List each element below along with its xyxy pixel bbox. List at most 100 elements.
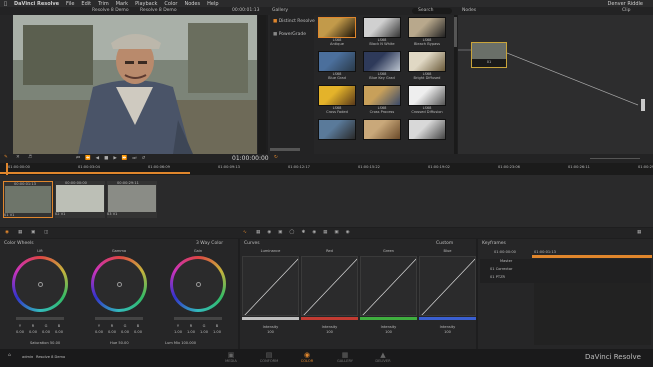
node-output[interactable] bbox=[641, 99, 645, 111]
camera-raw-icon[interactable]: ◉ bbox=[5, 230, 9, 235]
color-wheel-lift[interactable] bbox=[12, 256, 68, 312]
curve-editor-green[interactable] bbox=[360, 256, 417, 316]
album-list: ■ Distinct Resolve ■ PowerGrade bbox=[270, 15, 315, 154]
menu-app[interactable]: DaVinci Resolve bbox=[14, 1, 59, 7]
page-tab-conform[interactable]: ▤ CONFORM bbox=[253, 351, 285, 363]
track-master[interactable]: Master bbox=[480, 259, 651, 267]
gallery-still[interactable]: LS68 Antique bbox=[318, 17, 356, 46]
gallery-still[interactable]: LS68 Cross Faded bbox=[318, 85, 356, 114]
track-corrector[interactable]: 01 Corrector bbox=[480, 267, 651, 275]
master-wheel-slider[interactable] bbox=[16, 317, 64, 320]
curves-preset-dropdown[interactable]: Custom bbox=[436, 241, 453, 246]
menu-color[interactable]: Color bbox=[164, 1, 177, 7]
menu-mark[interactable]: Mark bbox=[116, 1, 128, 7]
pointer-tool-icon[interactable]: ✎ bbox=[4, 155, 8, 160]
clip-01[interactable]: 00:00:01:13 01 V1 bbox=[3, 181, 53, 218]
curve-editor-luminance[interactable] bbox=[242, 256, 299, 316]
still-name: Cross Process bbox=[369, 110, 395, 114]
channel-value[interactable]: 0.00 bbox=[93, 330, 105, 334]
curves-icon[interactable]: ∿ bbox=[243, 230, 247, 235]
page-tab-gallery[interactable]: ▦ GALLERY bbox=[329, 351, 361, 363]
page-tab-label: COLOR bbox=[300, 359, 314, 363]
keyframe-range[interactable] bbox=[532, 255, 652, 258]
saturation-value[interactable]: Saturation 50.00 bbox=[30, 341, 60, 345]
channel-value[interactable]: 0.00 bbox=[40, 330, 52, 334]
menu-file[interactable]: File bbox=[66, 1, 74, 7]
wheel-puck[interactable] bbox=[116, 281, 122, 287]
color-wheel-gamma[interactable] bbox=[91, 256, 147, 312]
playhead[interactable] bbox=[6, 163, 8, 175]
gallery-still[interactable]: LS68 Blue Key Grad bbox=[363, 51, 401, 80]
zoom-slider[interactable] bbox=[590, 158, 640, 159]
keyframe-end-tc: 01:00:01:13 bbox=[534, 250, 556, 254]
curve-editor-red[interactable] bbox=[301, 256, 358, 316]
channel-value[interactable]: 0.00 bbox=[132, 330, 144, 334]
menu-playback[interactable]: Playback bbox=[135, 1, 157, 7]
curve-editor-blue[interactable] bbox=[419, 256, 476, 316]
gallery-still[interactable] bbox=[363, 119, 401, 140]
wheel-mode-dropdown[interactable]: 3 Way Color bbox=[196, 241, 223, 246]
tools-row[interactable]: ▦◉▣◯✱◉▦▣◉ bbox=[256, 230, 357, 235]
menu-nodes[interactable]: Nodes bbox=[184, 1, 200, 7]
channel-value[interactable]: 1.00 bbox=[185, 330, 197, 334]
master-wheel-slider[interactable] bbox=[95, 317, 143, 320]
clip-mode[interactable]: Clip bbox=[622, 8, 631, 13]
channel-value[interactable]: 1.00 bbox=[172, 330, 184, 334]
blade-tool-icon[interactable]: ✕ bbox=[16, 155, 20, 160]
viewer-timecode: 00:00:01:13 bbox=[232, 8, 260, 13]
channel-value[interactable]: 1.00 bbox=[211, 330, 223, 334]
track-ptzr[interactable]: 01 PTZR bbox=[480, 275, 651, 283]
channel-value[interactable]: 0.00 bbox=[14, 330, 26, 334]
album-distinct[interactable]: ■ Distinct Resolve bbox=[270, 19, 315, 24]
home-icon[interactable]: ⌂ bbox=[8, 353, 11, 358]
wheel-puck[interactable] bbox=[195, 281, 201, 287]
master-wheel-slider[interactable] bbox=[174, 317, 222, 320]
gallery-still[interactable]: LS68 Cross Process bbox=[363, 85, 401, 114]
loop-icon[interactable]: ↻ bbox=[274, 155, 278, 160]
match-icon[interactable]: ▣ bbox=[31, 230, 35, 235]
page-tab-deliver[interactable]: ▲ DELIVER bbox=[367, 351, 399, 363]
clip-03[interactable]: 00:00:29:11 03 V1 bbox=[107, 181, 157, 218]
page-tab-media[interactable]: ▣ MEDIA bbox=[215, 351, 247, 363]
playback-controls[interactable]: ⏮⏪◀■▶⏩⏭↺ bbox=[76, 155, 150, 161]
gallery-still[interactable] bbox=[408, 119, 446, 140]
node-01[interactable]: 01 bbox=[471, 42, 507, 68]
intensity-value[interactable]: 100 bbox=[419, 330, 476, 334]
primaries-icon[interactable]: ▦ bbox=[18, 230, 22, 235]
gallery-still[interactable] bbox=[318, 119, 356, 140]
wheel-puck[interactable] bbox=[37, 281, 43, 287]
menu-trim[interactable]: Trim bbox=[98, 1, 109, 7]
clip-icon[interactable]: ◫ bbox=[44, 230, 48, 235]
intensity-value[interactable]: 100 bbox=[360, 330, 417, 334]
gallery-search-input[interactable]: Search bbox=[412, 8, 452, 14]
scopes-icon[interactable]: ▦ bbox=[637, 230, 641, 235]
clip-02[interactable]: 00:00:00:00 02 V1 bbox=[55, 181, 105, 218]
gallery-still[interactable]: LS68 Bleach Bypass bbox=[408, 17, 446, 46]
intensity-value[interactable]: 100 bbox=[301, 330, 358, 334]
lum-mix-value[interactable]: Lum Mix 100.000 bbox=[165, 341, 196, 345]
gallery-still[interactable]: LS68 Crossed Diffusion bbox=[408, 85, 446, 114]
album-powergrade[interactable]: ■ PowerGrade bbox=[270, 32, 314, 37]
channel-value[interactable]: 0.00 bbox=[119, 330, 131, 334]
color-wheel-gain[interactable] bbox=[170, 256, 226, 312]
intensity-value[interactable]: 100 bbox=[242, 330, 299, 334]
still-thumbnail bbox=[408, 51, 446, 72]
timeline-dropdown[interactable]: Resolve 8 Demo bbox=[140, 8, 177, 13]
album-slider[interactable] bbox=[270, 148, 300, 151]
hue-value[interactable]: Hue 50.00 bbox=[110, 341, 129, 345]
gallery-scrollbar[interactable] bbox=[454, 15, 457, 154]
apple-icon[interactable]:  bbox=[4, 1, 7, 7]
keyframes-panel: Keyframes 01:00:00:00 01:00:01:13 Master… bbox=[478, 239, 653, 349]
gallery-still[interactable]: LS68 Black N White bbox=[363, 17, 401, 46]
gallery-still[interactable]: LS68 Bright Diffused bbox=[408, 51, 446, 80]
channel-value[interactable]: 0.00 bbox=[27, 330, 39, 334]
page-tab-color[interactable]: ◉ COLOR bbox=[291, 351, 323, 363]
menu-edit[interactable]: Edit bbox=[81, 1, 91, 7]
audio-icon[interactable]: ♬ bbox=[28, 155, 32, 160]
menu-help[interactable]: Help bbox=[207, 1, 218, 7]
channel-value[interactable]: 0.00 bbox=[106, 330, 118, 334]
channel-value[interactable]: 0.00 bbox=[53, 330, 65, 334]
gallery-still[interactable]: LS68 Blue Grad bbox=[318, 51, 356, 80]
channel-value[interactable]: 1.00 bbox=[198, 330, 210, 334]
timeline-ruler[interactable]: 01:00:00:00 01:00:03:04 01:00:06:09 01:00:0… bbox=[0, 163, 653, 175]
